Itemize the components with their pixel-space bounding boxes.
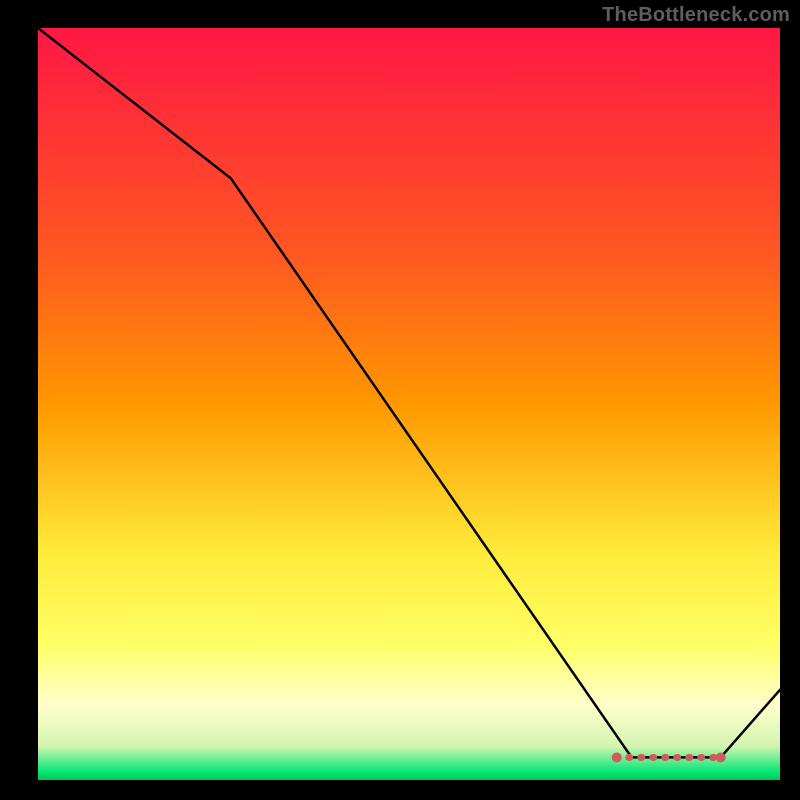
flat-region-endpoint-2 [716, 752, 726, 762]
bottleneck-chart [0, 0, 800, 800]
plot-background [38, 28, 780, 780]
flat-region-endpoint-1 [612, 752, 622, 762]
chart-stage: TheBottleneck.com [0, 0, 800, 800]
